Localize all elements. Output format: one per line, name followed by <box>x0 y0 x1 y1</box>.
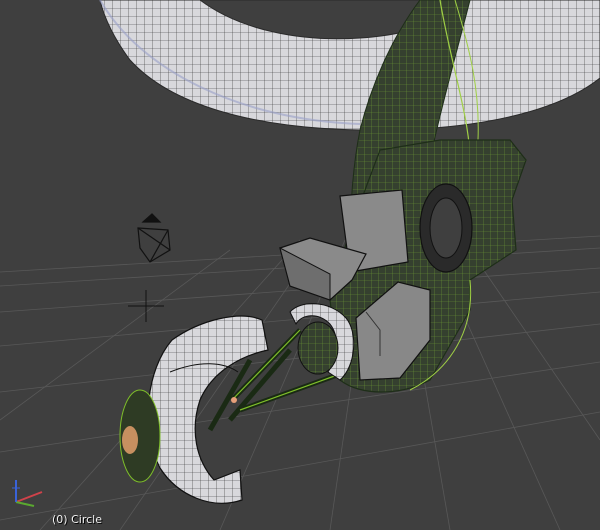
3d-viewport[interactable]: (0) Circle <box>0 0 600 530</box>
eye-housing[interactable] <box>419 183 473 273</box>
torus-ring-mesh[interactable] <box>99 0 600 131</box>
axis-gizmo[interactable] <box>12 480 43 507</box>
active-object-label: (0) Circle <box>52 513 102 526</box>
camera-object[interactable] <box>137 213 171 263</box>
wheel-hub[interactable] <box>119 389 161 483</box>
3d-cursor <box>128 290 164 322</box>
viewport-scene[interactable] <box>0 0 600 530</box>
origin-point <box>231 397 237 403</box>
